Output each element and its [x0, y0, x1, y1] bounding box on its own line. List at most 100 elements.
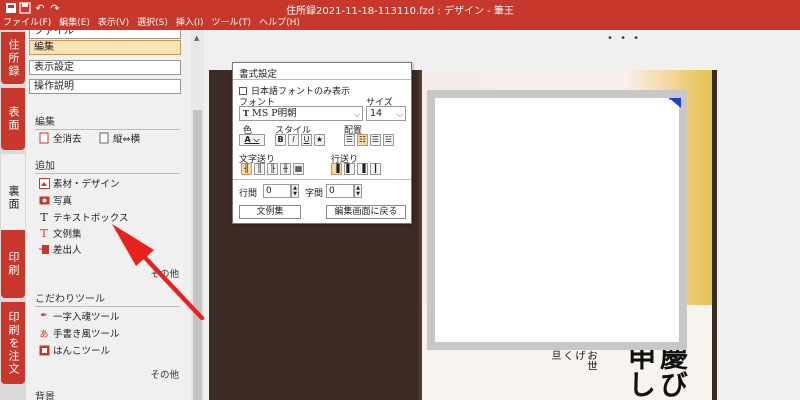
stamp-icon: [38, 344, 50, 356]
add-more-link[interactable]: その他: [150, 266, 179, 280]
char-gap-input[interactable]: 0: [326, 184, 354, 198]
section-background-title: 背景: [35, 388, 180, 400]
stamp-tool-label: はんこツール: [53, 346, 111, 357]
window-title: 住所録2021-11-18-113110.fzd : デザイン - 筆王: [286, 6, 514, 17]
tab-front[interactable]: 表面: [1, 88, 25, 150]
menu-bar: ファイル(F) 編集(E) 表示(V) 選択(S) 挿入(I) ツール(T) ヘ…: [0, 16, 800, 30]
bold-button[interactable]: B: [275, 134, 286, 146]
sender-icon: [38, 243, 50, 255]
panel-scrollbar[interactable]: ▲: [191, 30, 204, 400]
menu-help[interactable]: ヘルプ(H): [259, 16, 300, 30]
side-panel: ファイル 編集 表示設定 操作説明 編集 全消去 縦⇔横 追加 素材・デザイン …: [26, 30, 191, 400]
menu-select[interactable]: 選択(S): [137, 16, 168, 30]
tab-print[interactable]: 印刷: [1, 230, 25, 298]
section-edit-title: 編集: [35, 113, 180, 130]
resize-handle-icon[interactable]: [669, 98, 681, 108]
menu-edit[interactable]: 編集(E): [59, 16, 90, 30]
handwriting-tool-label: 手書き風ツール: [53, 329, 120, 340]
back-to-edit-button[interactable]: 編集画面に戻る: [326, 205, 406, 219]
dialog-divider: [233, 179, 411, 180]
left-tab-strip: 住所録 表面 裏面 印刷 印刷を注文: [0, 30, 26, 400]
materials-design-label: 素材・デザイン: [53, 179, 120, 190]
orientation-label: 縦⇔横: [113, 134, 140, 145]
text-box-content[interactable]: [435, 98, 679, 342]
section-add-title: 追加: [35, 157, 180, 174]
line-spacing-option-2-icon[interactable]: ▌: [344, 163, 355, 175]
sender-label: 差出人: [53, 245, 82, 256]
size-select[interactable]: 14 ⌵: [366, 106, 406, 121]
sender-button[interactable]: 差出人: [38, 242, 82, 256]
picture-frame-icon: [38, 177, 50, 189]
line-gap-label: 行間: [239, 189, 258, 199]
line-gap-stepper[interactable]: ▲ ▼: [291, 184, 299, 198]
line-gap-input[interactable]: 0: [263, 184, 291, 198]
dialog-title: 書式設定: [239, 69, 278, 80]
photo-button[interactable]: 写真: [38, 193, 72, 207]
section-kodawari-title: こだわりツール: [35, 290, 180, 307]
emphasis-button[interactable]: ★: [314, 134, 325, 146]
orientation-toggle-button[interactable]: 縦⇔横: [98, 131, 140, 145]
text-box-button[interactable]: T テキストボックス: [38, 210, 129, 225]
text-color-button[interactable]: A ⌵: [239, 134, 265, 146]
line-spacing-option-1-icon[interactable]: ▐: [331, 163, 342, 175]
panel-tab-instructions[interactable]: 操作説明: [29, 79, 181, 94]
scroll-up-icon[interactable]: ▲: [194, 34, 199, 42]
photo-icon: [38, 194, 50, 206]
one-char-tool-button[interactable]: ✒ 一字入魂ツール: [38, 309, 120, 323]
char-gap-label: 字間: [305, 189, 324, 199]
menu-view[interactable]: 表示(V): [98, 16, 129, 30]
more-dots-icon[interactable]: • • •: [607, 33, 641, 44]
tab-address-book[interactable]: 住所録: [1, 32, 25, 84]
brush-icon: ✒: [40, 311, 48, 321]
panel-tab-edit[interactable]: 編集: [29, 40, 181, 55]
char-spacing-option-3-icon[interactable]: ╟: [267, 163, 278, 175]
document-icon: [38, 132, 50, 144]
align-justify-icon[interactable]: ☱: [383, 134, 394, 146]
example-text-icon: T: [40, 226, 48, 240]
line-spacing-option-4-icon[interactable]: ┃: [370, 163, 381, 175]
materials-design-button[interactable]: 素材・デザイン: [38, 176, 120, 190]
menu-insert[interactable]: 挿入(I): [176, 16, 204, 30]
font-select[interactable]: T MS P明朝 ⌵: [239, 106, 363, 121]
checkbox-box[interactable]: [239, 86, 247, 95]
size-select-value: 14: [370, 108, 383, 119]
align-bottom-icon[interactable]: ☰: [370, 134, 381, 146]
selected-text-box[interactable]: [427, 90, 687, 350]
clear-all-label: 全消去: [53, 134, 82, 145]
panel-tab-file[interactable]: ファイル: [29, 30, 181, 39]
card-calligraphy-greeting: 慶び申し: [624, 342, 688, 398]
photo-label: 写真: [53, 196, 73, 207]
kodawari-more-link[interactable]: その他: [150, 367, 179, 381]
scrollbar-thumb[interactable]: [193, 110, 202, 400]
chevron-down-icon: ⌵: [353, 110, 360, 119]
tab-print-order[interactable]: 印刷を注文: [1, 302, 25, 384]
examples-button[interactable]: 文例集: [239, 205, 301, 219]
menu-file[interactable]: ファイル(F): [3, 16, 51, 30]
line-spacing-option-3-icon[interactable]: ▐: [357, 163, 368, 175]
align-center-icon[interactable]: ☷: [357, 134, 368, 146]
text-box-label: テキストボックス: [53, 213, 129, 224]
italic-button[interactable]: I: [288, 134, 299, 146]
title-bar: ↶ ↷ 住所録2021-11-18-113110.fzd : デザイン - 筆王: [0, 0, 800, 17]
one-char-tool-label: 一字入魂ツール: [53, 312, 120, 323]
underline-button[interactable]: U: [301, 134, 312, 146]
font-type-icon: T: [243, 108, 249, 118]
char-gap-stepper[interactable]: ▲ ▼: [354, 184, 362, 198]
char-spacing-option-5-icon[interactable]: ▦: [293, 163, 304, 175]
font-select-value: MS P明朝: [251, 108, 297, 119]
char-spacing-option-4-icon[interactable]: ╫: [280, 163, 291, 175]
rotate-page-icon: [98, 132, 110, 144]
clear-all-button[interactable]: 全消去: [38, 131, 82, 145]
panel-tab-display-settings[interactable]: 表示設定: [29, 60, 181, 75]
handwriting-icon: あ: [39, 329, 49, 340]
char-spacing-option-1-icon[interactable]: ╢: [241, 163, 252, 175]
char-spacing-option-2-icon[interactable]: ║: [254, 163, 265, 175]
example-collection-button[interactable]: T 文例集: [38, 226, 82, 241]
align-top-icon[interactable]: ☰: [344, 134, 355, 146]
example-collection-label: 文例集: [53, 229, 82, 240]
handwriting-tool-button[interactable]: あ 手書き風ツール: [38, 326, 120, 340]
stamp-tool-button[interactable]: はんこツール: [38, 343, 110, 357]
tab-back[interactable]: 裏面: [1, 154, 25, 242]
menu-tools[interactable]: ツール(T): [212, 16, 252, 30]
dialog-divider: [233, 79, 411, 80]
